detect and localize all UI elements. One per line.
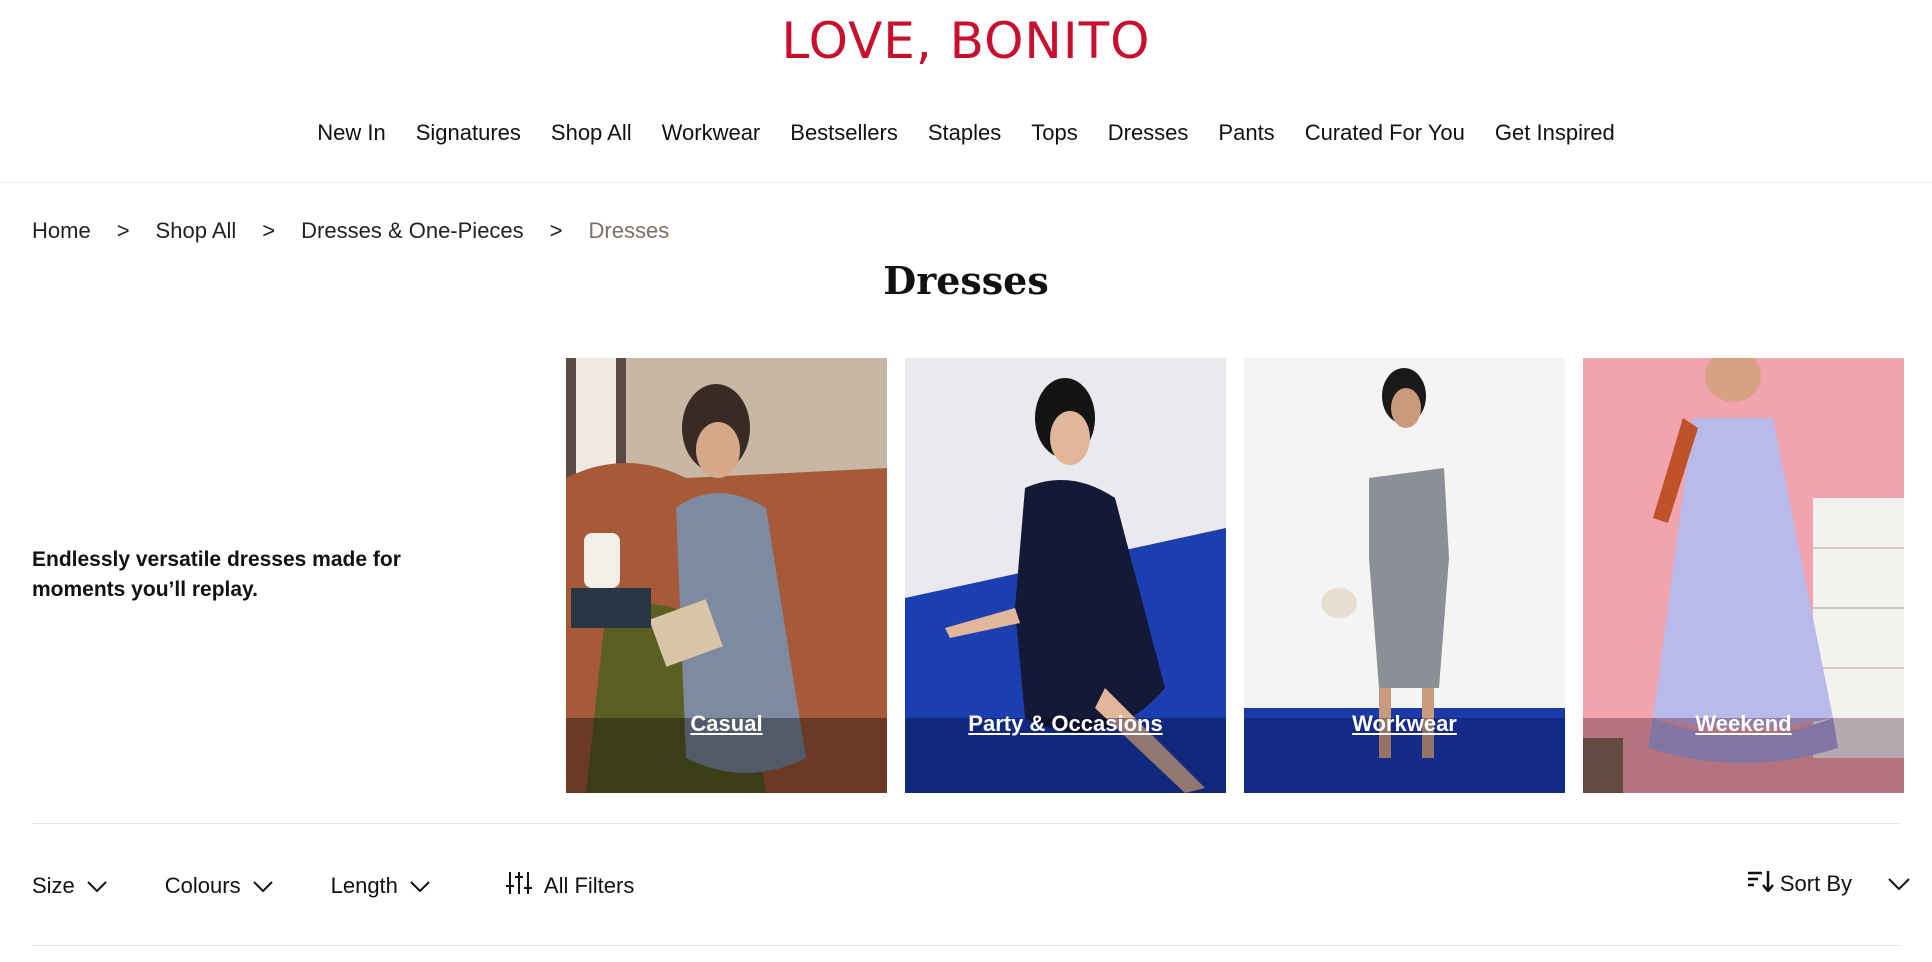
sort-icon <box>1747 870 1774 898</box>
breadcrumb-dresses-one-pieces[interactable]: Dresses & One-Pieces <box>301 218 524 244</box>
colours-filter-label: Colours <box>164 873 241 898</box>
nav-item-shop-all[interactable]: Shop All <box>536 120 647 146</box>
nav-item-dresses[interactable]: Dresses <box>1093 120 1204 146</box>
breadcrumb: Home > Shop All > Dresses & One-Pieces >… <box>32 218 669 244</box>
breadcrumb-home[interactable]: Home <box>32 218 91 244</box>
nav-item-pants[interactable]: Pants <box>1203 120 1289 146</box>
sort-by-dropdown[interactable]: Sort By <box>1747 870 1910 898</box>
nav-item-bestsellers[interactable]: Bestsellers <box>775 120 913 146</box>
filter-bar-divider-top <box>32 823 1900 824</box>
category-card-casual[interactable]: Casual <box>566 358 887 793</box>
breadcrumb-separator: > <box>549 218 563 243</box>
length-filter[interactable]: Length <box>331 873 430 899</box>
category-card-party-occasions[interactable]: Party & Occasions <box>905 358 1226 793</box>
brand-logo[interactable]: LOVE, BONITO <box>0 12 1932 70</box>
nav-item-get-inspired[interactable]: Get Inspired <box>1480 120 1630 146</box>
nav-item-workwear[interactable]: Workwear <box>647 120 776 146</box>
nav-item-curated-for-you[interactable]: Curated For You <box>1290 120 1480 146</box>
colours-filter[interactable]: Colours <box>165 873 273 899</box>
main-nav: New In Signatures Shop All Workwear Best… <box>0 120 1932 146</box>
breadcrumb-current: Dresses <box>588 218 670 243</box>
size-filter[interactable]: Size <box>32 873 107 899</box>
chevron-down-icon <box>87 873 107 899</box>
nav-item-staples[interactable]: Staples <box>913 120 1016 146</box>
page-title: Dresses <box>883 258 1049 303</box>
chevron-down-icon <box>410 873 430 899</box>
all-filters-button[interactable]: All Filters <box>505 870 635 902</box>
category-card-label[interactable]: Casual <box>566 711 887 737</box>
sliders-icon <box>505 870 532 902</box>
category-card-weekend[interactable]: Weekend <box>1583 358 1904 793</box>
all-filters-label: All Filters <box>543 873 635 898</box>
chevron-down-icon <box>252 873 273 899</box>
category-cards: Casual Party & Occasions Workwear Weeken… <box>566 358 1904 793</box>
category-card-label[interactable]: Party & Occasions <box>905 711 1226 737</box>
breadcrumb-separator: > <box>262 218 276 243</box>
nav-divider <box>0 182 1932 183</box>
nav-item-signatures[interactable]: Signatures <box>401 120 536 146</box>
nav-item-new-in[interactable]: New In <box>302 120 400 146</box>
breadcrumb-shop-all[interactable]: Shop All <box>156 218 237 244</box>
category-card-label[interactable]: Weekend <box>1583 711 1904 737</box>
category-tagline: Endlessly versatile dresses made for mom… <box>32 548 401 601</box>
length-filter-label: Length <box>330 873 398 898</box>
category-card-workwear[interactable]: Workwear <box>1244 358 1565 793</box>
chevron-down-icon <box>1888 871 1910 897</box>
size-filter-label: Size <box>32 873 75 898</box>
nav-item-tops[interactable]: Tops <box>1016 120 1092 146</box>
filter-bar: Size Colours Length All Filters <box>32 870 634 902</box>
category-card-label[interactable]: Workwear <box>1244 711 1565 737</box>
filter-bar-divider-bottom <box>32 945 1900 946</box>
breadcrumb-separator: > <box>116 218 130 243</box>
sort-by-label: Sort By <box>1779 871 1852 896</box>
